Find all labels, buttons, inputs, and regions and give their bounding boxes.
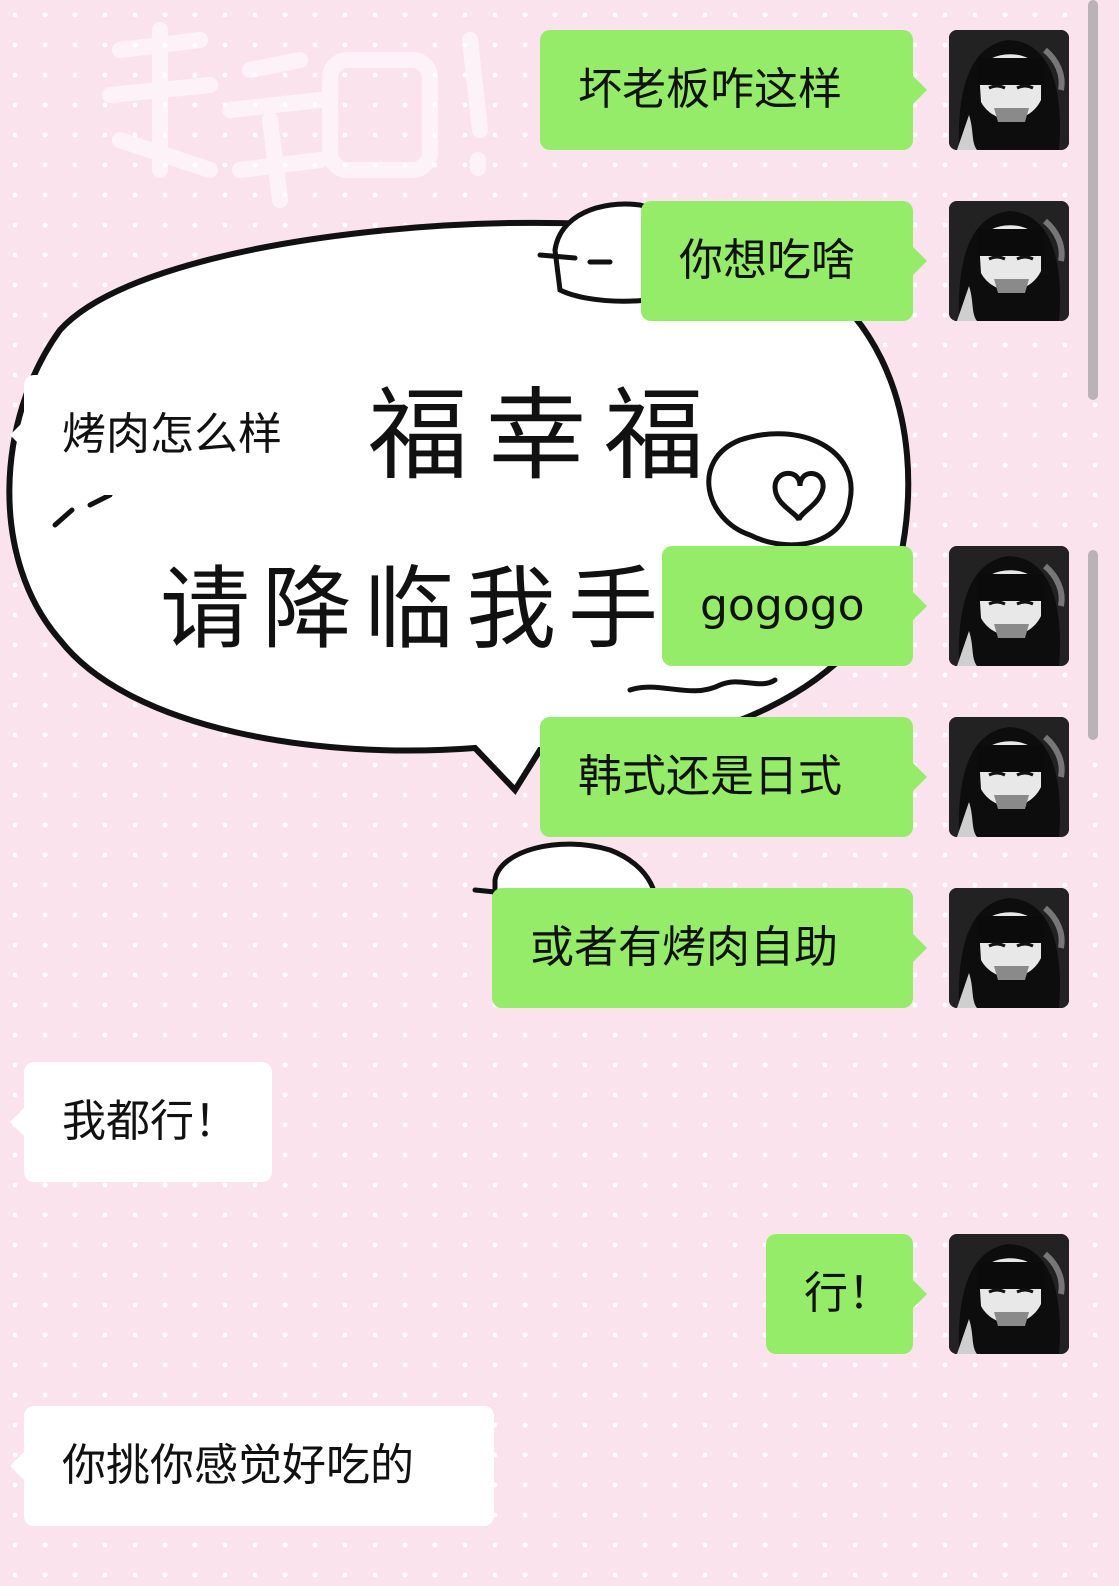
outgoing-message-bubble[interactable]: 或者有烤肉自助 [492,888,927,1008]
anime-girl-avatar-icon[interactable] [949,717,1069,837]
incoming-message-bubble[interactable]: 你挑你感觉好吃的 [10,1406,494,1526]
outgoing-message-bubble[interactable]: 坏老板咋这样 [540,30,927,150]
anime-girl-avatar-icon[interactable] [949,546,1069,666]
anime-girl-avatar-icon[interactable] [949,30,1069,150]
outgoing-message-bubble[interactable]: gogogo [662,546,927,666]
scrollbar-thumb[interactable] [1088,550,1098,740]
anime-girl-avatar-icon[interactable] [949,888,1069,1008]
anime-girl-avatar-icon[interactable] [949,1234,1069,1354]
outgoing-message-bubble[interactable]: 你想吃啥 [641,201,927,321]
scrollbar[interactable] [1088,0,1098,400]
outgoing-message-bubble[interactable]: 韩式还是日式 [540,717,927,837]
incoming-message-bubble[interactable]: 烤肉怎么样 [10,375,347,495]
outgoing-message-bubble[interactable]: 行！ [766,1234,927,1354]
anime-girl-avatar-icon[interactable] [949,201,1069,321]
chat-window: 幸福幸福 请降临我手 坏老板咋这样 你想吃啥 烤肉怎么样 gogogo 韩式还是日… [0,0,1119,1586]
incoming-message-bubble[interactable]: 我都行！ [10,1062,272,1182]
sticker-line-2: 请降临我手 [160,557,670,662]
